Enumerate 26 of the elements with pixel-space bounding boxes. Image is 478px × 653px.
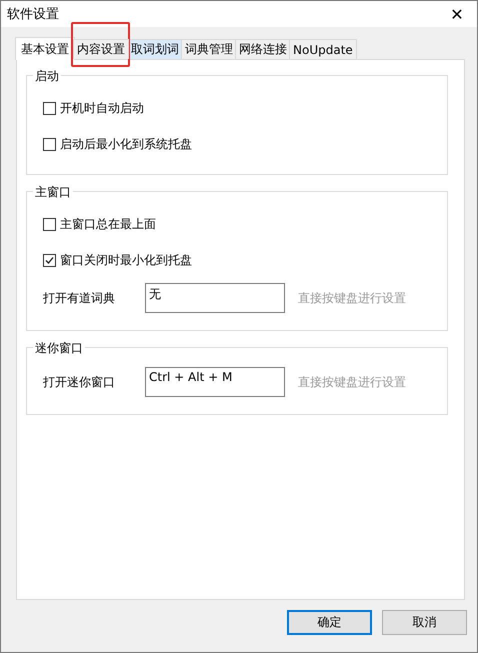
checkbox[interactable] — [43, 102, 56, 114]
dialog-button[interactable]: 确定 — [287, 610, 372, 635]
tab[interactable]: 网络连接 — [235, 39, 291, 59]
field-label: 打开迷你窗口 — [43, 374, 116, 390]
tab[interactable]: NoUpdate — [289, 39, 357, 59]
tab[interactable]: 取词划词 — [127, 39, 183, 59]
checkbox-label: 启动后最小化到系统托盘 — [60, 136, 192, 152]
checkbox[interactable] — [43, 138, 56, 150]
checkbox-label: 开机时自动启动 — [60, 100, 144, 116]
group-title: 启动 — [33, 68, 61, 85]
hint-text: 直接按键盘进行设置 — [298, 290, 406, 306]
tab[interactable]: 基本设置 — [15, 37, 75, 60]
checkbox-label: 主窗口总在最上面 — [60, 216, 156, 232]
dialog-button[interactable]: 取消 — [382, 610, 467, 635]
field-label: 打开有道词典 — [43, 290, 116, 306]
hint-text: 直接按键盘进行设置 — [298, 374, 406, 390]
tab[interactable]: 内容设置 — [73, 39, 129, 59]
checkbox[interactable] — [43, 254, 56, 266]
close-button[interactable]: ✕ — [437, 1, 477, 27]
tab[interactable]: 词典管理 — [181, 39, 237, 59]
group-title: 迷你窗口 — [33, 340, 85, 357]
window-title: 软件设置 — [7, 6, 59, 23]
hotkey-field[interactable]: Ctrl + Alt + M — [145, 367, 285, 397]
checkbox[interactable] — [43, 218, 56, 230]
hotkey-field[interactable]: 无 — [145, 283, 285, 313]
checkbox-label: 窗口关闭时最小化到托盘 — [60, 252, 192, 268]
